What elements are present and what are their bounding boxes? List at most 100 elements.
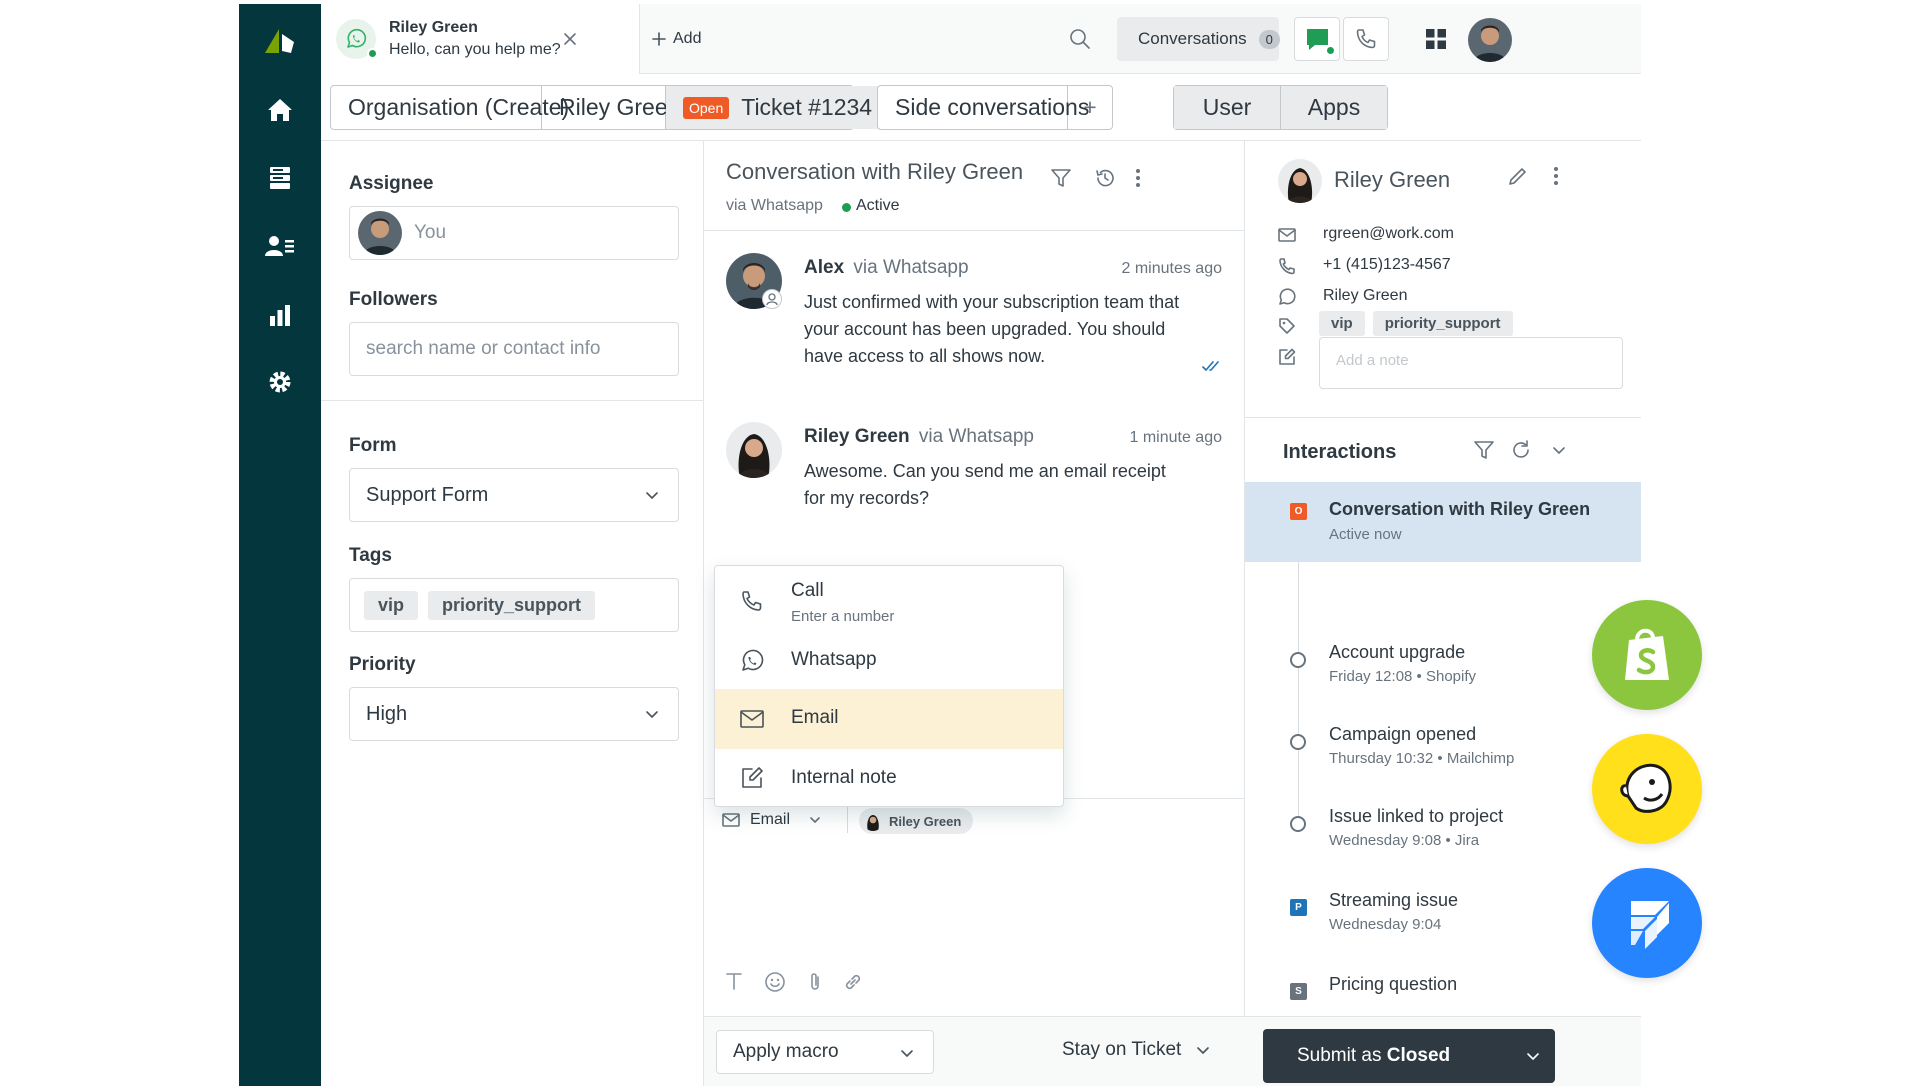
menu-item-whatsapp[interactable]: Whatsapp: [715, 633, 1063, 689]
interaction-title[interactable]: Pricing question: [1329, 974, 1457, 995]
chevron-down-icon[interactable]: [1525, 1048, 1541, 1064]
assignee-field[interactable]: You: [349, 206, 679, 260]
tab-user[interactable]: User: [1174, 86, 1281, 129]
tab-requester[interactable]: Riley Green: [542, 86, 680, 129]
customer-context-panel: Riley Green rgreen@work.com +1 (415)123-…: [1244, 141, 1641, 1086]
phone-icon[interactable]: [1343, 17, 1389, 61]
apply-macro-label: Apply macro: [733, 1041, 839, 1062]
priority-select[interactable]: High: [349, 687, 679, 741]
mailchimp-logo: [1592, 734, 1702, 844]
more-options-icon[interactable]: [1132, 167, 1144, 189]
ticket-tabs: Organisation (Create) Riley Green Open T…: [330, 85, 890, 130]
channel-label: Email: [750, 811, 791, 828]
interaction-title[interactable]: Campaign opened: [1329, 724, 1476, 745]
add-tab-label: Add: [673, 30, 702, 47]
views-icon[interactable]: [264, 162, 296, 194]
tag-icon: [1277, 316, 1297, 336]
stay-on-ticket-select[interactable]: Stay on Ticket: [1062, 1039, 1211, 1061]
side-conversation-marker-icon: S: [1290, 983, 1307, 1000]
internal-note-icon: [739, 765, 765, 791]
tag-chip[interactable]: vip: [364, 590, 419, 620]
product-tray-icon[interactable]: [1425, 28, 1447, 50]
side-conversations-button[interactable]: Side conversations: [878, 86, 1089, 129]
home-icon[interactable]: [264, 94, 296, 126]
conversation-tab[interactable]: Riley Green Hello, can you help me?: [321, 4, 639, 74]
tag-chip[interactable]: priority_support: [428, 590, 596, 620]
assignee-value: You: [414, 222, 447, 243]
menu-call-sub: Enter a number: [791, 608, 895, 625]
chevron-down-icon: [810, 817, 820, 823]
tag-chip[interactable]: vip: [1319, 311, 1365, 336]
apply-macro-select[interactable]: Apply macro: [716, 1030, 934, 1074]
followers-placeholder: search name or contact info: [366, 338, 601, 359]
customers-icon[interactable]: [264, 230, 296, 262]
form-label: Form: [349, 435, 397, 456]
submit-label: Submit as Closed: [1297, 1045, 1451, 1066]
add-tab-button[interactable]: Add: [651, 30, 701, 48]
messaging-status-button[interactable]: [1294, 17, 1340, 61]
tag-chip[interactable]: priority_support: [1372, 311, 1513, 336]
filter-icon[interactable]: [1050, 167, 1072, 189]
reporting-icon[interactable]: [264, 299, 296, 331]
recipient-name: Riley Green: [889, 813, 962, 829]
interaction-title[interactable]: Account upgrade: [1329, 642, 1465, 663]
recipient-chip[interactable]: Riley Green: [859, 808, 974, 834]
interaction-subtitle: Thursday 10:32 • Mailchimp: [1329, 750, 1515, 767]
customer-phone[interactable]: +1 (415)123-4567: [1323, 256, 1451, 274]
more-options-icon[interactable]: [1550, 165, 1562, 187]
history-icon[interactable]: [1094, 167, 1116, 189]
text-format-icon[interactable]: [724, 971, 744, 991]
tags-field[interactable]: vip priority_support: [349, 578, 679, 632]
link-icon[interactable]: [842, 971, 864, 993]
channel-switcher[interactable]: Email: [722, 811, 822, 829]
assignee-avatar: [358, 211, 402, 255]
menu-item-email[interactable]: Email: [715, 689, 1063, 749]
refresh-icon[interactable]: [1510, 439, 1532, 461]
online-indicator: [1325, 45, 1336, 56]
submit-button[interactable]: Submit as Closed: [1263, 1029, 1555, 1083]
followers-input[interactable]: search name or contact info: [349, 322, 679, 376]
chevron-down-icon[interactable]: [1550, 441, 1568, 459]
menu-item-call[interactable]: Call Enter a number: [715, 566, 1063, 633]
message-author: Riley Green via Whatsapp: [804, 426, 1035, 447]
settings-icon[interactable]: [264, 366, 296, 398]
customer-email[interactable]: rgreen@work.com: [1323, 225, 1454, 243]
phone-icon: [739, 588, 765, 614]
add-side-conversation-button[interactable]: +: [1068, 86, 1112, 129]
ticket-label: Ticket #1234: [741, 94, 873, 120]
project-marker-icon: P: [1290, 899, 1307, 916]
active-dot: [842, 203, 851, 212]
online-indicator: [367, 48, 378, 59]
interaction-title[interactable]: Issue linked to project: [1329, 806, 1503, 827]
user-avatar[interactable]: [1468, 18, 1512, 62]
close-icon[interactable]: [559, 28, 581, 50]
tab-organisation[interactable]: Organisation (Create): [331, 86, 569, 129]
shopify-logo: [1592, 600, 1702, 710]
form-select[interactable]: Support Form: [349, 468, 679, 522]
interaction-subtitle: Active now: [1329, 526, 1402, 543]
timeline-node-icon: [1290, 652, 1306, 668]
timeline-node-icon: [1290, 734, 1306, 750]
assignee-label: Assignee: [349, 173, 434, 194]
form-value: Support Form: [366, 483, 489, 506]
search-icon[interactable]: [1067, 26, 1093, 52]
menu-item-internal-note[interactable]: Internal note: [715, 749, 1063, 807]
emoji-icon[interactable]: [764, 971, 786, 993]
interaction-title[interactable]: Streaming issue: [1329, 890, 1458, 911]
attachment-icon[interactable]: [806, 971, 824, 993]
zendesk-logo[interactable]: [261, 24, 299, 56]
email-icon: [1277, 225, 1297, 245]
email-icon: [739, 706, 765, 732]
tab-apps[interactable]: Apps: [1281, 86, 1387, 129]
conversations-label: Conversations: [1138, 29, 1247, 48]
chevron-down-icon: [899, 1045, 915, 1061]
tab-ticket[interactable]: Open Ticket #1234: [666, 86, 890, 129]
conversations-button[interactable]: Conversations 0: [1117, 17, 1280, 61]
followers-label: Followers: [349, 289, 438, 310]
edit-icon[interactable]: [1507, 165, 1529, 187]
conversation-tab-name: Riley Green: [389, 19, 478, 36]
conversation-status: Active: [856, 197, 900, 214]
filter-icon[interactable]: [1473, 439, 1495, 461]
interaction-item-active[interactable]: O Conversation with Riley Green Active n…: [1245, 482, 1641, 562]
note-input[interactable]: Add a note: [1319, 337, 1623, 389]
